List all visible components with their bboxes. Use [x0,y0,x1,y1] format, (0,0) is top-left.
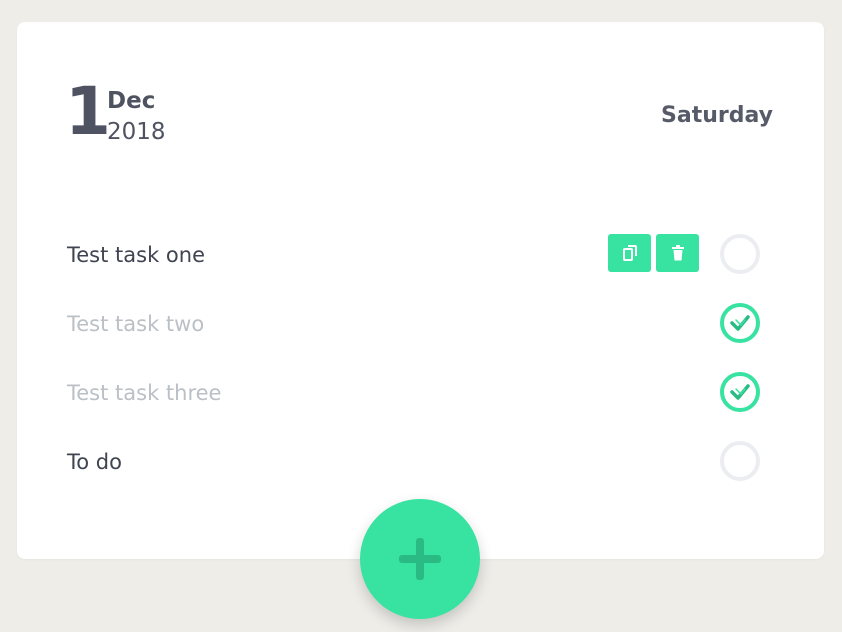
checkmark-icon [730,315,750,331]
task-item[interactable]: Test task three [67,372,760,416]
copy-button[interactable] [608,234,651,272]
task-checkbox[interactable] [720,372,760,412]
task-checkbox[interactable] [720,441,760,481]
todo-card: 1 Dec 2018 Saturday Test task one Test t… [17,22,824,559]
task-label: To do [67,450,122,474]
task-item[interactable]: Test task one [67,234,760,278]
add-task-button[interactable] [360,499,480,619]
task-checkbox[interactable] [720,303,760,343]
date-month: Dec [107,88,156,114]
task-item[interactable]: To do [67,441,760,485]
task-label: Test task two [67,312,205,336]
trash-icon [671,245,684,261]
checkmark-icon [730,384,750,400]
date-day: 1 [65,73,111,150]
copy-icon [622,245,637,261]
task-label: Test task three [67,381,222,405]
plus-icon [399,538,441,580]
delete-button[interactable] [656,234,699,272]
task-label: Test task one [67,243,205,267]
task-item[interactable]: Test task two [67,303,760,347]
date-year: 2018 [107,119,166,145]
task-checkbox[interactable] [720,234,760,274]
weekday-label: Saturday [661,103,773,128]
